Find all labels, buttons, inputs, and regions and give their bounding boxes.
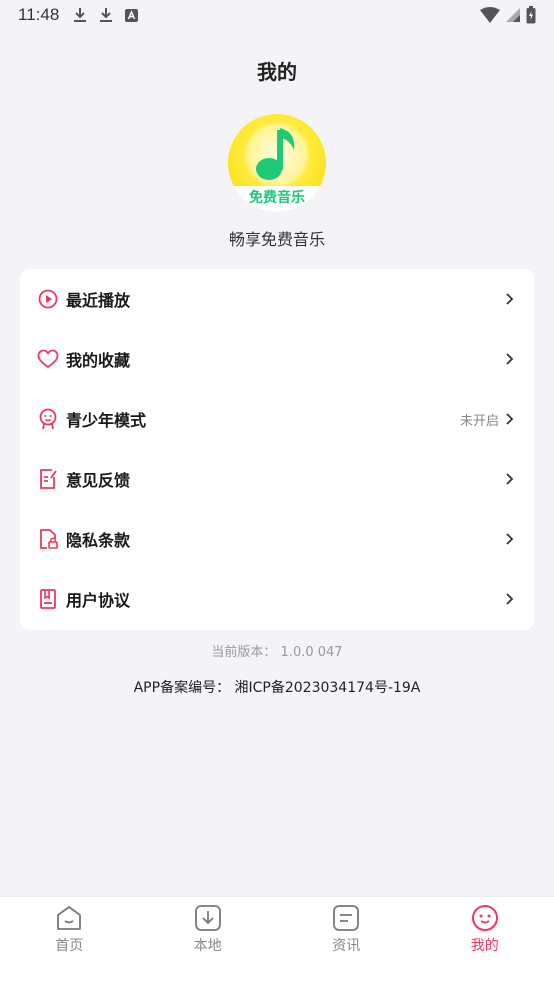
chevron-right-icon — [506, 353, 514, 365]
privacy-doc-icon — [37, 528, 59, 550]
chevron-right-icon — [506, 293, 514, 305]
status-bar: 11:48 — [0, 0, 554, 30]
menu-label: 意见反馈 — [66, 471, 131, 490]
menu-item-user-agreement[interactable]: 用户协议 — [20, 569, 534, 629]
teen-mode-icon — [37, 408, 59, 430]
menu-label: 青少年模式 — [66, 411, 147, 430]
home-icon — [57, 906, 82, 930]
icp-text: APP备案编号： 湘ICP备2023034174号-19A — [133, 680, 421, 696]
logo-text-band: 免费音乐 — [228, 186, 326, 212]
menu-label: 用户协议 — [66, 591, 131, 610]
tab-label: 我的 — [470, 938, 499, 954]
tab-mine[interactable]: 我的 — [416, 897, 554, 984]
music-note-icon — [256, 128, 295, 180]
bottom-tab-bar: 首页 本地 资讯 我的 — [0, 896, 554, 984]
tab-label: 本地 — [193, 938, 222, 954]
app-slogan: 畅享免费音乐 — [228, 230, 325, 249]
signal-icon — [506, 8, 520, 22]
menu-label: 我的收藏 — [66, 351, 131, 370]
app-logo: 免费音乐 — [228, 114, 326, 212]
download-notification-icon — [100, 8, 113, 22]
status-time: 11:48 — [18, 5, 60, 24]
wifi-icon — [480, 7, 500, 23]
tab-news[interactable]: 资讯 — [277, 897, 416, 984]
download-notification-icon — [74, 8, 87, 22]
chevron-right-icon — [506, 473, 514, 485]
download-icon — [194, 905, 221, 931]
menu-item-teen-mode[interactable]: 青少年模式 未开启 — [20, 389, 534, 449]
play-circle-icon — [37, 288, 59, 310]
tab-local[interactable]: 本地 — [139, 897, 278, 984]
heart-icon — [37, 348, 59, 370]
chevron-right-icon — [506, 413, 514, 425]
menu-card: 最近播放 我的收藏 青少年模式 未开启 意见反馈 隐私条款 用户协议 — [20, 269, 534, 630]
menu-item-feedback[interactable]: 意见反馈 — [20, 449, 534, 509]
tab-home[interactable]: 首页 — [0, 897, 139, 984]
teen-mode-status: 未开启 — [459, 413, 499, 429]
tab-label: 首页 — [55, 938, 84, 954]
menu-item-favorites[interactable]: 我的收藏 — [20, 329, 534, 389]
battery-icon — [526, 6, 536, 24]
menu-label: 最近播放 — [66, 291, 131, 310]
news-icon — [333, 905, 360, 931]
chevron-right-icon — [506, 533, 514, 545]
app-notification-icon — [125, 8, 139, 22]
agreement-icon — [37, 588, 59, 610]
feedback-icon — [37, 468, 59, 490]
menu-item-privacy[interactable]: 隐私条款 — [20, 509, 534, 569]
profile-face-icon — [471, 905, 498, 931]
menu-item-recent-play[interactable]: 最近播放 — [20, 269, 534, 329]
chevron-right-icon — [506, 593, 514, 605]
version-text: 当前版本： 1.0.0 047 — [211, 645, 343, 660]
logo-text: 免费音乐 — [249, 190, 305, 206]
tab-label: 资讯 — [332, 938, 361, 954]
menu-label: 隐私条款 — [66, 531, 131, 550]
page-title: 我的 — [257, 60, 297, 84]
